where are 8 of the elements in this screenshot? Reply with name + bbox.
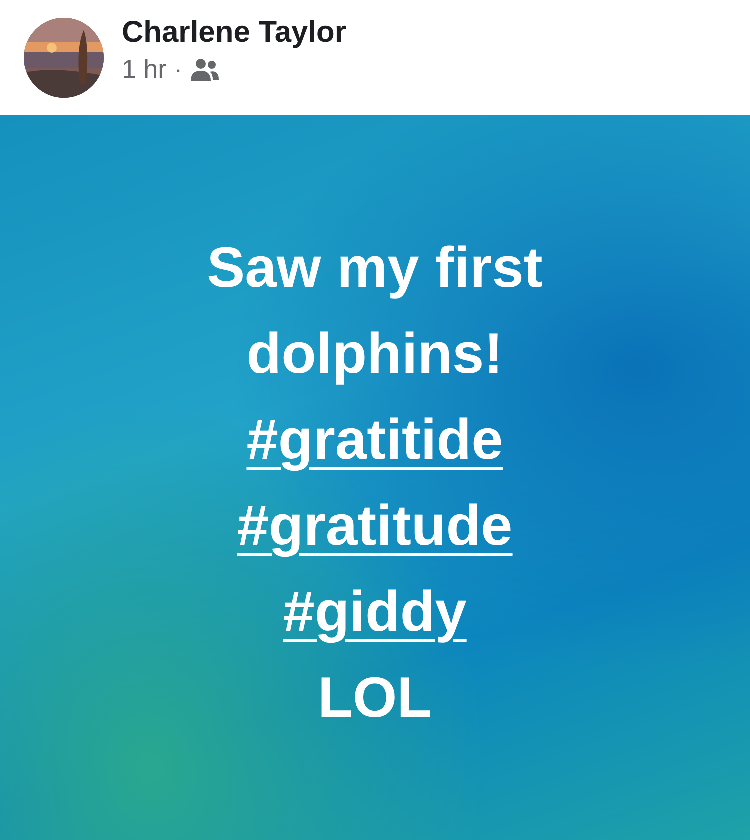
hashtag-link[interactable]: #giddy [283, 580, 467, 644]
separator: · [174, 56, 182, 82]
hashtag-link[interactable]: #gratitude [237, 494, 513, 558]
hashtag-link[interactable]: #gratitide [246, 408, 504, 472]
people-icon [190, 58, 220, 82]
post-time[interactable]: 1 hr [122, 54, 167, 85]
author-name[interactable]: Charlene Taylor [122, 16, 347, 50]
post-text: Saw my first dolphins! #gratitide #gratitude #giddy LOL [206, 235, 544, 732]
